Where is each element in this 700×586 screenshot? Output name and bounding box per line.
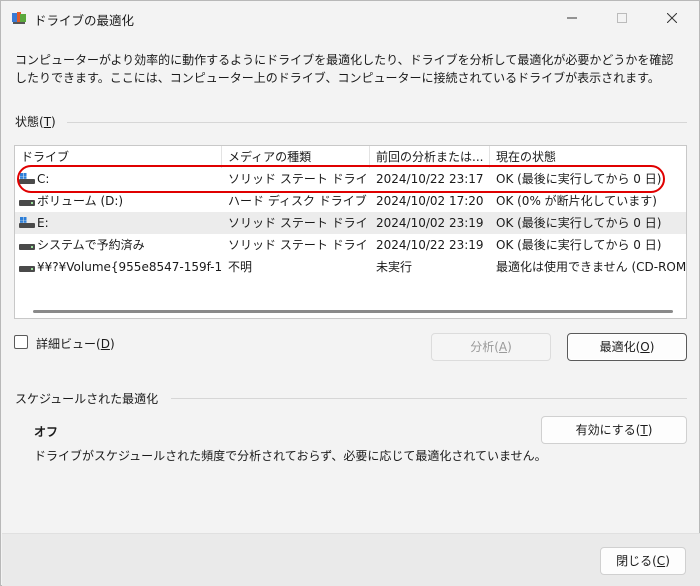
- window-title: ドライブの最適化: [34, 13, 135, 28]
- close-icon: [667, 13, 677, 23]
- last-analyzed: 未実行: [376, 260, 413, 274]
- advanced-view-label[interactable]: 詳細ビュー(D): [36, 335, 115, 352]
- drive-icon: [19, 200, 35, 206]
- schedule-description: ドライブがスケジュールされた頻度で分析されておらず、必要に応じて最適化されていま…: [34, 449, 547, 463]
- enable-schedule-button[interactable]: 有効にする(T): [541, 416, 687, 444]
- table-row-system-reserved[interactable]: システムで予約済み ソリッド ステート ドライブ 2024/10/22 23:1…: [15, 234, 686, 256]
- table-row-e[interactable]: E: ソリッド ステート ドライブ 2024/10/02 23:19 OK (最…: [15, 212, 686, 234]
- table-row-d[interactable]: ボリューム (D:) ハード ディスク ドライブ 2024/10/02 17:2…: [15, 190, 686, 212]
- media-type: ソリッド ステート ドライブ: [228, 216, 368, 230]
- drive-name: システムで予約済み: [37, 238, 145, 252]
- status-section-label: 状態(T): [15, 115, 56, 129]
- current-status: OK (最後に実行してから 0 日): [496, 238, 662, 252]
- current-status: OK (0% が断片化しています): [496, 194, 657, 208]
- analyze-button[interactable]: 分析(A): [431, 333, 551, 361]
- drive-name: ボリューム (D:): [37, 194, 124, 208]
- description-text: コンピューターがより効率的に動作するようにドライブを最適化したり、ドライブを分析…: [15, 53, 674, 85]
- drive-name: E:: [37, 216, 49, 230]
- last-analyzed: 2024/10/02 17:20: [376, 194, 484, 208]
- minimize-button[interactable]: [549, 1, 595, 35]
- minimize-icon: [567, 17, 577, 19]
- defrag-window: ドライブの最適化 コンピューターがより効率的に動作するようにドライブを最適化した…: [0, 0, 700, 586]
- horizontal-scrollbar[interactable]: [33, 310, 673, 313]
- maximize-button[interactable]: [599, 1, 645, 35]
- current-status: 最適化は使用できません (CD-ROM: [496, 260, 686, 274]
- advanced-view-checkbox[interactable]: [14, 335, 28, 349]
- drive-icon: [19, 266, 35, 272]
- footer-bar: [2, 533, 700, 586]
- current-status: OK (最後に実行してから 0 日): [496, 216, 662, 230]
- last-analyzed: 2024/10/22 23:19: [376, 238, 484, 252]
- media-type: ソリッド ステート ドライブ: [228, 238, 368, 252]
- schedule-divider: [171, 398, 687, 399]
- media-type: 不明: [228, 260, 253, 274]
- optimize-button[interactable]: 最適化(O): [567, 333, 687, 361]
- defrag-app-icon: [12, 12, 26, 24]
- schedule-status: オフ: [34, 425, 59, 439]
- close-button[interactable]: 閉じる(C): [600, 547, 686, 575]
- windows-drive-icon: [19, 217, 35, 228]
- title-bar[interactable]: ドライブの最適化: [1, 1, 699, 35]
- schedule-section-label: スケジュールされた最適化: [15, 392, 159, 406]
- maximize-icon: [617, 13, 627, 23]
- last-analyzed: 2024/10/02 23:19: [376, 216, 484, 230]
- media-type: ハード ディスク ドライブ: [228, 194, 367, 208]
- status-divider: [67, 122, 687, 123]
- drive-name: ¥¥?¥Volume{955e8547-159f-1...: [37, 260, 222, 274]
- drive-icon: [19, 244, 35, 250]
- table-row-volume[interactable]: ¥¥?¥Volume{955e8547-159f-1... 不明 未実行 最適化…: [15, 256, 686, 278]
- highlight-annotation: [17, 165, 665, 193]
- close-window-button[interactable]: [649, 1, 695, 35]
